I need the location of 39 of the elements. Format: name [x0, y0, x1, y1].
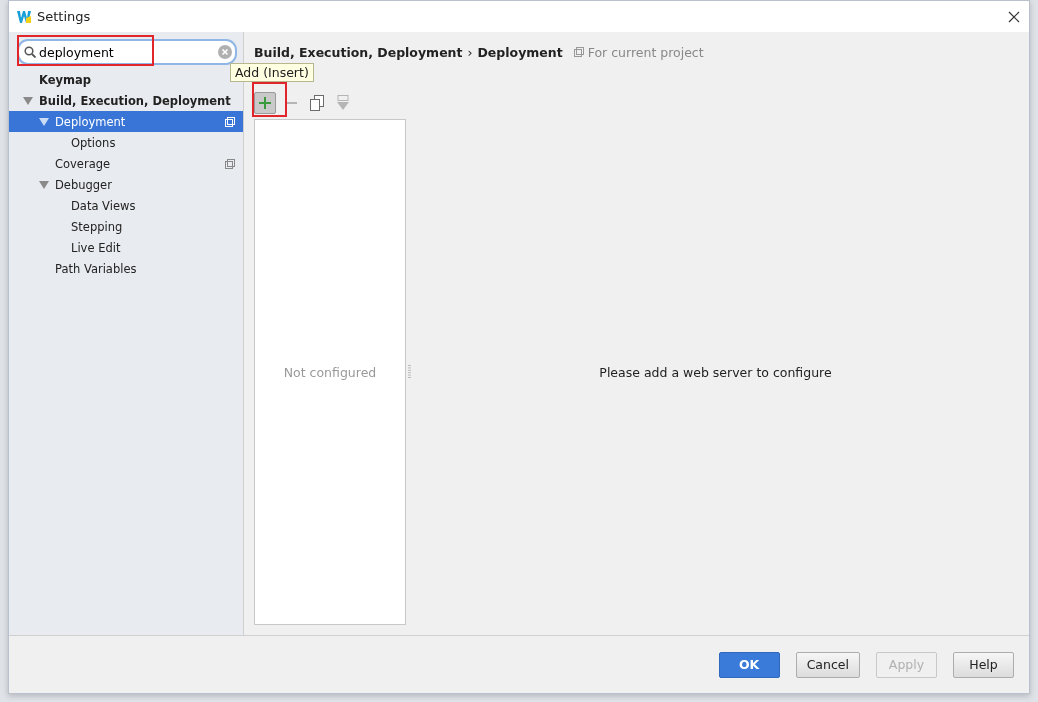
minus-icon [285, 102, 297, 104]
splitter-handle-icon[interactable] [407, 365, 411, 379]
clear-icon[interactable] [218, 45, 232, 59]
expanded-arrow-icon[interactable] [39, 180, 49, 189]
dialog-button[interactable]: OK [718, 651, 780, 678]
stamp-icon [336, 95, 350, 111]
tree-item[interactable]: Deployment [9, 111, 243, 132]
tree-item[interactable]: Data Views [9, 195, 243, 216]
tree-item[interactable]: Coverage [9, 153, 243, 174]
copy-icon [225, 116, 235, 127]
expanded-arrow-icon[interactable] [23, 96, 33, 105]
tree-item[interactable]: Build, Execution, Deployment [9, 90, 243, 111]
highlight-frame [252, 82, 287, 117]
close-icon [1008, 10, 1020, 23]
dialog-button[interactable]: Cancel [795, 651, 860, 678]
toolbar-button[interactable] [254, 92, 276, 114]
tooltip: Add (Insert) [230, 63, 314, 82]
expanded-arrow-icon[interactable] [39, 117, 49, 126]
copy-icon [310, 95, 324, 111]
breadcrumb-separator: › [467, 44, 473, 60]
copy-icon [225, 158, 235, 169]
empty-list-text: Not configured [283, 364, 377, 380]
search-icon [24, 46, 36, 58]
window-title: Settings [37, 9, 91, 24]
tree-item[interactable]: Stepping [9, 216, 243, 237]
app-logo-icon [17, 9, 31, 24]
breadcrumb-item: Build, Execution, Deployment [254, 44, 463, 60]
breadcrumb-item: Deployment [477, 44, 563, 60]
search-field[interactable]: deployment [17, 39, 237, 65]
scope-label: For current project [587, 44, 704, 60]
tree-item[interactable]: Live Edit [9, 237, 243, 258]
dialog-button[interactable]: Help [953, 651, 1014, 678]
tree-item[interactable]: Options [9, 132, 243, 153]
empty-detail-message: Please add a web server to configure [599, 364, 832, 380]
copy-icon [573, 47, 584, 57]
search-input[interactable]: deployment [39, 44, 215, 60]
tree-item[interactable]: Path Variables [9, 258, 243, 279]
plus-icon [258, 96, 272, 110]
tree-item[interactable]: Debugger [9, 174, 243, 195]
